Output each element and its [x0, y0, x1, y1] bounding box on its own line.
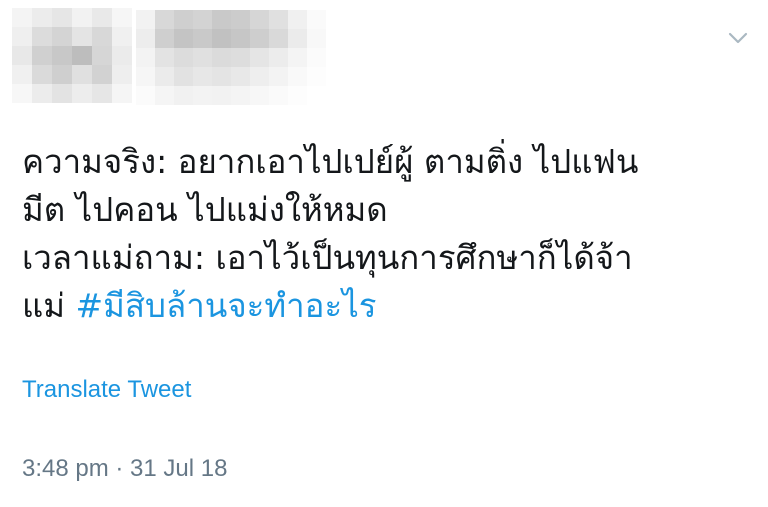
- tweet-time: 3:48 pm: [22, 455, 109, 482]
- tweet-text: ความจริง: อยากเอาไปเปย์ผู้ ตามติ่ง ไปแฟน…: [22, 138, 752, 330]
- timestamp-separator: ·: [108, 455, 131, 482]
- translate-tweet-link[interactable]: Translate Tweet: [22, 376, 191, 404]
- avatar[interactable]: [12, 8, 132, 104]
- tweet-text-line: มีต ไปคอน ไปแม่งให้หมด: [22, 190, 388, 229]
- tweet-card: ความจริง: อยากเอาไปเปย์ผู้ ตามติ่ง ไปแฟน…: [0, 0, 768, 507]
- tweet-date: 31 Jul 18: [130, 455, 228, 482]
- hashtag-link[interactable]: #มีสิบล้านจะทำอะไร: [76, 286, 377, 325]
- tweet-text-line: เวลาแม่ถาม: เอาไว้เป็นทุนการศึกษาก็ได้จ้…: [22, 238, 633, 277]
- tweet-text-line: ความจริง: อยากเอาไปเปย์ผู้ ตามติ่ง ไปแฟน: [22, 142, 639, 181]
- chevron-down-icon[interactable]: [728, 30, 748, 44]
- tweet-text-line: แม่ #มีสิบล้านจะทำอะไร: [22, 282, 752, 330]
- author-name[interactable]: [136, 10, 326, 106]
- tweet-timestamp[interactable]: 3:48 pm · 31 Jul 18: [22, 455, 227, 483]
- tweet-header: [0, 0, 340, 120]
- tweet-text-prefix: แม่: [22, 286, 76, 325]
